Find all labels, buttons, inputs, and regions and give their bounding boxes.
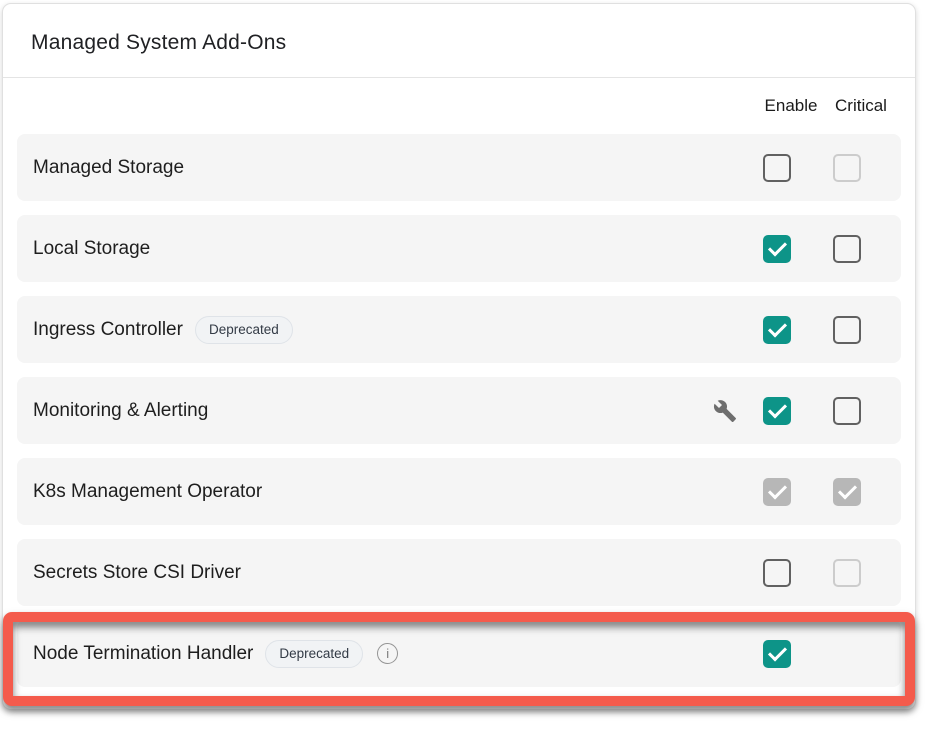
critical-cell	[812, 559, 882, 587]
critical-cell	[812, 397, 882, 425]
enable-checkbox[interactable]	[763, 397, 791, 425]
addon-row: Managed Storage	[17, 134, 901, 201]
enable-cell	[742, 235, 812, 263]
addon-name: Local Storage	[33, 238, 150, 260]
critical-cell	[812, 235, 882, 263]
addon-row: Local Storage	[17, 215, 901, 282]
page-title: Managed System Add-Ons	[31, 31, 887, 55]
card-header: Managed System Add-Ons	[3, 4, 915, 78]
critical-cell	[812, 316, 882, 344]
critical-checkbox	[833, 478, 861, 506]
critical-cell	[812, 478, 882, 506]
critical-checkbox[interactable]	[833, 235, 861, 263]
critical-checkbox	[833, 154, 861, 182]
enable-checkbox	[763, 478, 791, 506]
addon-row: Secrets Store CSI Driver	[17, 539, 901, 606]
deprecated-badge: Deprecated	[195, 316, 293, 344]
deprecated-badge: Deprecated	[265, 640, 363, 668]
addon-row-main: Local Storage	[33, 238, 742, 260]
enable-checkbox[interactable]	[763, 316, 791, 344]
addon-row: K8s Management Operator	[17, 458, 901, 525]
addon-row-main: K8s Management Operator	[33, 481, 742, 503]
critical-checkbox[interactable]	[833, 316, 861, 344]
critical-checkbox	[833, 559, 861, 587]
enable-checkbox[interactable]	[763, 154, 791, 182]
enable-checkbox[interactable]	[763, 559, 791, 587]
addon-row-main: Ingress Controller Deprecated	[33, 316, 742, 344]
enable-cell	[742, 478, 812, 506]
addon-row: Ingress Controller Deprecated	[17, 296, 901, 363]
addon-row: Monitoring & Alerting	[17, 377, 901, 444]
addon-name: K8s Management Operator	[33, 481, 262, 503]
enable-cell	[742, 316, 812, 344]
enable-checkbox[interactable]	[763, 235, 791, 263]
enable-cell	[742, 640, 812, 668]
addon-row-main: Node Termination Handler Deprecated i	[33, 640, 742, 668]
enable-cell	[742, 559, 812, 587]
column-header-enable: Enable	[756, 96, 826, 116]
info-icon[interactable]: i	[377, 643, 398, 664]
critical-cell	[812, 154, 882, 182]
addon-name: Node Termination Handler	[33, 643, 253, 665]
column-headers: Enable Critical	[3, 78, 915, 134]
addon-name: Monitoring & Alerting	[33, 400, 208, 422]
addons-card: Managed System Add-Ons Enable Critical M…	[2, 3, 916, 710]
enable-checkbox[interactable]	[763, 640, 791, 668]
addon-name: Managed Storage	[33, 157, 184, 179]
addon-row-main: Managed Storage	[33, 157, 742, 179]
critical-checkbox[interactable]	[833, 397, 861, 425]
addon-name: Ingress Controller	[33, 319, 183, 341]
addon-rows-list: Managed Storage Local Storage Ingress Cont…	[3, 134, 915, 687]
enable-cell	[742, 397, 812, 425]
addon-name: Secrets Store CSI Driver	[33, 562, 241, 584]
addon-row-highlighted: Node Termination Handler Deprecated i	[17, 620, 901, 687]
addon-row-main: Monitoring & Alerting	[33, 400, 712, 422]
column-header-critical: Critical	[826, 96, 896, 116]
enable-cell	[742, 154, 812, 182]
addon-row-main: Secrets Store CSI Driver	[33, 562, 742, 584]
wrench-icon	[712, 398, 738, 424]
